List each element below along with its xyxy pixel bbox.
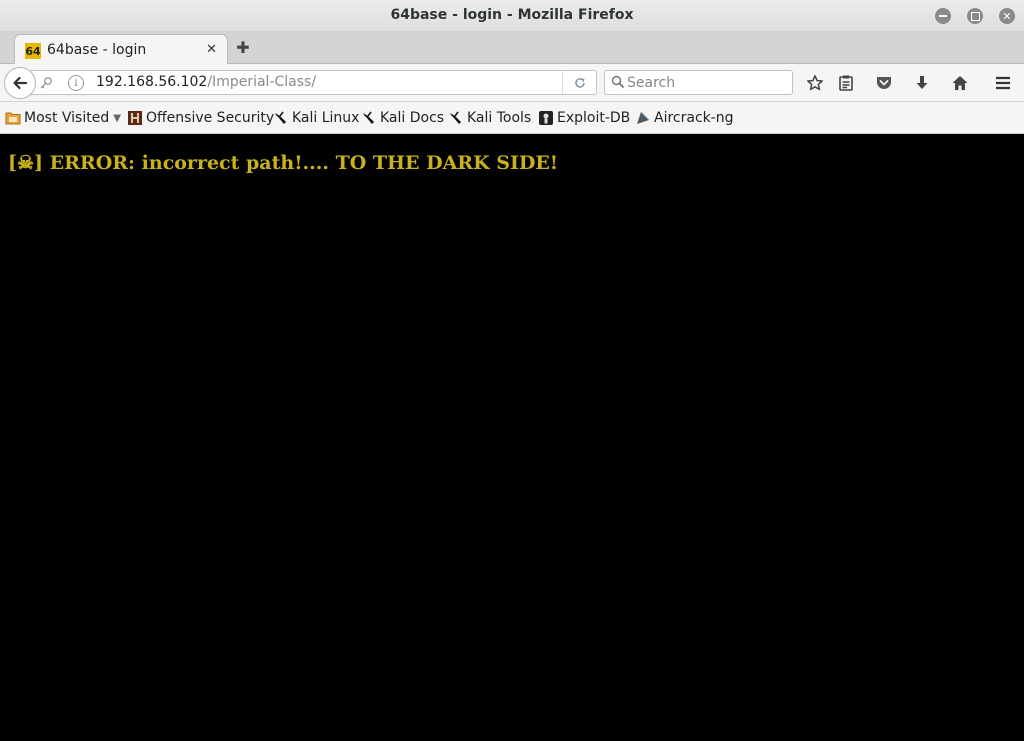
bookmark-aircrack-ng[interactable]: Aircrack-ng — [635, 109, 734, 127]
bookmark-offensive-security[interactable]: Offensive Security — [127, 109, 274, 127]
bookmarks-toolbar: Most Visited ▼ Offensive Security Kali L… — [0, 102, 1024, 134]
tab-label: 64base - login — [47, 42, 147, 58]
tab-close-icon[interactable]: ✕ — [206, 42, 217, 57]
site-favicon-icon: 64 — [25, 43, 41, 59]
bookmark-label: Offensive Security — [146, 110, 275, 126]
minimize-button[interactable] — [935, 8, 951, 24]
kali-dragon-icon — [448, 110, 464, 126]
page-content: [☠] ERROR: incorrect path!.... TO THE DA… — [0, 135, 1024, 741]
downloads-icon[interactable] — [912, 73, 932, 93]
window-title: 64base - login - Mozilla Firefox — [390, 7, 634, 23]
url-path: /Imperial-Class/ — [207, 74, 317, 90]
bookmark-star-icon[interactable] — [805, 73, 825, 93]
home-icon[interactable] — [950, 73, 970, 93]
new-tab-button[interactable]: ✚ — [234, 38, 252, 57]
menu-hamburger-icon[interactable] — [993, 73, 1013, 93]
bookmark-label: Kali Linux — [292, 110, 360, 126]
offsec-icon — [127, 110, 143, 126]
back-button[interactable] — [4, 67, 36, 99]
tab-strip: 64 64base - login ✕ ✚ — [0, 32, 1024, 65]
back-arrow-icon — [13, 76, 28, 90]
bookmark-label: Aircrack-ng — [654, 110, 734, 126]
exploit-db-icon — [538, 110, 554, 126]
bookmark-kali-docs[interactable]: Kali Docs — [361, 109, 444, 127]
window-titlebar: 64base - login - Mozilla Firefox ✕ — [0, 0, 1024, 32]
error-message: [☠] ERROR: incorrect path!.... TO THE DA… — [8, 152, 559, 174]
tab-64base-login[interactable]: 64 64base - login ✕ — [14, 34, 228, 65]
search-bar[interactable] — [604, 70, 793, 95]
bookmark-most-visited[interactable]: Most Visited ▼ — [5, 109, 121, 127]
bookmark-label: Kali Docs — [380, 110, 445, 126]
navigation-bar: i 192.168.56.102/Imperial-Class/ — [0, 64, 1024, 102]
bookmark-label: Most Visited — [24, 110, 110, 126]
kali-dragon-icon — [273, 110, 289, 126]
bookmark-label: Exploit-DB — [557, 110, 631, 126]
reading-list-icon[interactable] — [836, 73, 856, 93]
bookmark-label: Kali Tools — [467, 110, 532, 126]
url-text[interactable]: 192.168.56.102/Imperial-Class/ — [96, 74, 316, 90]
search-input[interactable] — [627, 73, 787, 92]
folder-icon — [5, 110, 21, 126]
bookmark-exploit-db[interactable]: Exploit-DB — [538, 109, 630, 127]
maximize-button[interactable] — [967, 8, 983, 24]
reload-icon[interactable] — [562, 71, 596, 94]
bookmark-kali-tools[interactable]: Kali Tools — [448, 109, 531, 127]
info-icon[interactable]: i — [68, 75, 84, 91]
key-icon[interactable] — [38, 75, 54, 91]
url-host: 192.168.56.102 — [96, 74, 208, 90]
kali-dragon-icon — [361, 110, 377, 126]
bookmark-kali-linux[interactable]: Kali Linux — [273, 109, 359, 127]
close-window-button[interactable]: ✕ — [999, 8, 1015, 24]
aircrack-icon — [635, 110, 651, 126]
chevron-down-icon: ▼ — [113, 112, 121, 124]
url-bar[interactable]: i 192.168.56.102/Imperial-Class/ — [30, 70, 597, 95]
search-icon — [611, 75, 625, 93]
pocket-icon[interactable] — [874, 73, 894, 93]
